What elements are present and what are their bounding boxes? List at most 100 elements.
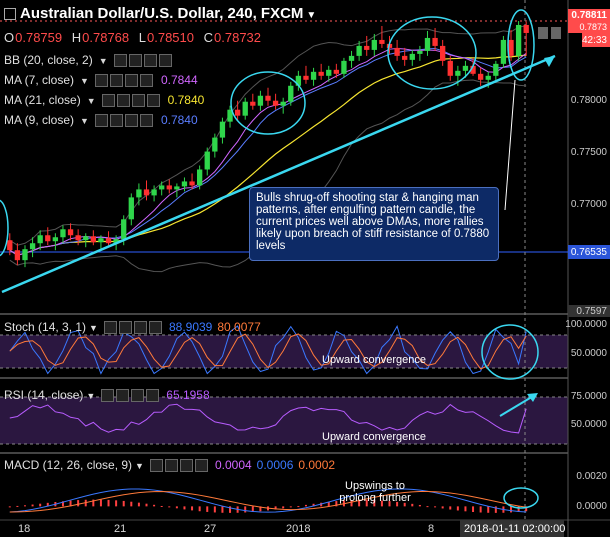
plus-icon[interactable]: [133, 321, 147, 335]
candle-body: [196, 169, 203, 186]
candle-body: [447, 60, 453, 76]
indicator-ma7[interactable]: MA (7, close) ▼ 0.7844: [4, 73, 198, 88]
indicator-ma9-label: MA (9, close): [4, 113, 75, 127]
chart-title[interactable]: Australian Dollar/U.S. Dollar, 240, FXCM…: [4, 5, 316, 22]
rsi-tick-2: 50.0000: [570, 419, 607, 430]
eye-icon[interactable]: [149, 459, 163, 473]
scroll-up-icon[interactable]: [538, 27, 548, 39]
open-key: O: [4, 30, 15, 45]
candle-body: [371, 39, 377, 50]
rsi-header[interactable]: RSI (14, close) ▼ 65.1958: [4, 388, 210, 403]
macd-histogram-bar: [137, 502, 140, 507]
stoch-label: Stoch (14, 3, 1): [4, 320, 87, 334]
macd-histogram-bar: [213, 506, 216, 513]
highlight-ellipse-2: [387, 16, 477, 90]
macd-histogram-bar: [456, 506, 459, 511]
eye-icon[interactable]: [113, 54, 127, 68]
macd-histogram-bar: [183, 506, 186, 510]
macd-histogram-bar: [206, 506, 209, 512]
macd-annotation: Upswings to prolong further: [339, 480, 411, 504]
candle-body: [508, 39, 514, 56]
macd-histogram-bar: [304, 504, 307, 507]
macd-histogram-bar: [487, 506, 490, 513]
plus-icon[interactable]: [124, 114, 138, 128]
candle-body: [60, 229, 66, 238]
gear-icon[interactable]: [116, 389, 130, 403]
rsi-annotation: Upward convergence: [322, 431, 426, 443]
close-icon[interactable]: [139, 74, 153, 88]
eye-icon[interactable]: [101, 389, 115, 403]
plus-icon[interactable]: [131, 389, 145, 403]
close-icon[interactable]: [146, 389, 160, 403]
chevron-down-icon: ▼: [80, 116, 89, 126]
candle-body: [98, 238, 104, 243]
eye-icon[interactable]: [101, 94, 115, 108]
chevron-down-icon: ▼: [86, 391, 96, 401]
candle-body: [105, 238, 112, 244]
candle-body: [250, 101, 256, 106]
gear-icon[interactable]: [118, 321, 132, 335]
candle-body: [409, 53, 415, 60]
chevron-down-icon: ▼: [86, 96, 96, 106]
candle-body: [7, 240, 13, 251]
bottom-price-tag: 0.7597: [576, 306, 607, 317]
macd-histogram-bar: [191, 506, 194, 511]
macd-value-signal: 0.0002: [298, 458, 336, 472]
stoch-band: [0, 335, 568, 368]
candle-body: [348, 55, 355, 61]
eye-icon[interactable]: [94, 114, 108, 128]
gear-icon[interactable]: [116, 94, 130, 108]
candle-body: [37, 235, 43, 244]
eye-icon[interactable]: [103, 321, 117, 335]
macd-histogram-bar: [464, 506, 467, 512]
gear-icon[interactable]: [128, 54, 142, 68]
candle-body: [440, 45, 446, 61]
close-icon[interactable]: [146, 94, 160, 108]
plus-icon[interactable]: [179, 459, 193, 473]
macd-histogram-bar: [23, 505, 26, 507]
chevron-down-icon: ▼: [89, 323, 98, 333]
macd-histogram-bar: [282, 506, 285, 509]
symbol-title: Australian Dollar/U.S. Dollar, 240, FXCM: [20, 5, 304, 22]
candle-body: [83, 236, 89, 241]
stoch-header[interactable]: Stoch (14, 3, 1) ▼ 88.9039 80.0077: [4, 320, 261, 335]
macd-histogram-bar: [8, 506, 11, 508]
candle-body: [341, 60, 347, 74]
stoch-tick-1: 100.0000: [565, 319, 607, 330]
rsi-label: RSI (14, close): [4, 388, 84, 402]
plus-icon[interactable]: [143, 54, 157, 68]
candle-body: [485, 75, 491, 80]
macd-histogram-bar: [289, 506, 292, 508]
candle-body: [29, 243, 36, 250]
macd-tick-1: 0.0020: [576, 471, 607, 482]
close-icon[interactable]: [139, 114, 153, 128]
scroll-down-icon[interactable]: [551, 27, 561, 39]
eye-icon[interactable]: [94, 74, 108, 88]
support-tag: 0.76535: [570, 247, 607, 258]
cursor-time-label: 2018-01-11 02:00:00: [464, 523, 566, 535]
close-icon[interactable]: [194, 459, 208, 473]
close-icon[interactable]: [148, 321, 162, 335]
gear-icon[interactable]: [164, 459, 178, 473]
macd-histogram-bar: [160, 505, 163, 507]
macd-histogram-bar: [411, 503, 414, 507]
macd-histogram-bar: [115, 500, 118, 507]
macd-histogram: [8, 499, 528, 513]
indicator-bb[interactable]: BB (20, close, 2) ▼: [4, 53, 174, 68]
gear-icon[interactable]: [109, 114, 123, 128]
plus-icon[interactable]: [124, 74, 138, 88]
candle-body: [128, 197, 134, 220]
time-tick-4: 2018: [286, 523, 311, 535]
candle-body: [136, 189, 142, 198]
candle-body: [265, 95, 271, 101]
candle-body: [356, 45, 362, 56]
close-icon[interactable]: [158, 54, 172, 68]
plus-icon[interactable]: [131, 94, 145, 108]
macd-header[interactable]: MACD (12, 26, close, 9) ▼ 0.0004 0.0006 0.00…: [4, 458, 336, 473]
macd-histogram-bar: [418, 504, 421, 507]
highlight-ellipse-left: [0, 199, 9, 257]
indicator-ma21[interactable]: MA (21, close) ▼ 0.7840: [4, 93, 204, 108]
indicator-ma9[interactable]: MA (9, close) ▼ 0.7840: [4, 113, 198, 128]
candle-body: [288, 85, 294, 102]
gear-icon[interactable]: [109, 74, 123, 88]
